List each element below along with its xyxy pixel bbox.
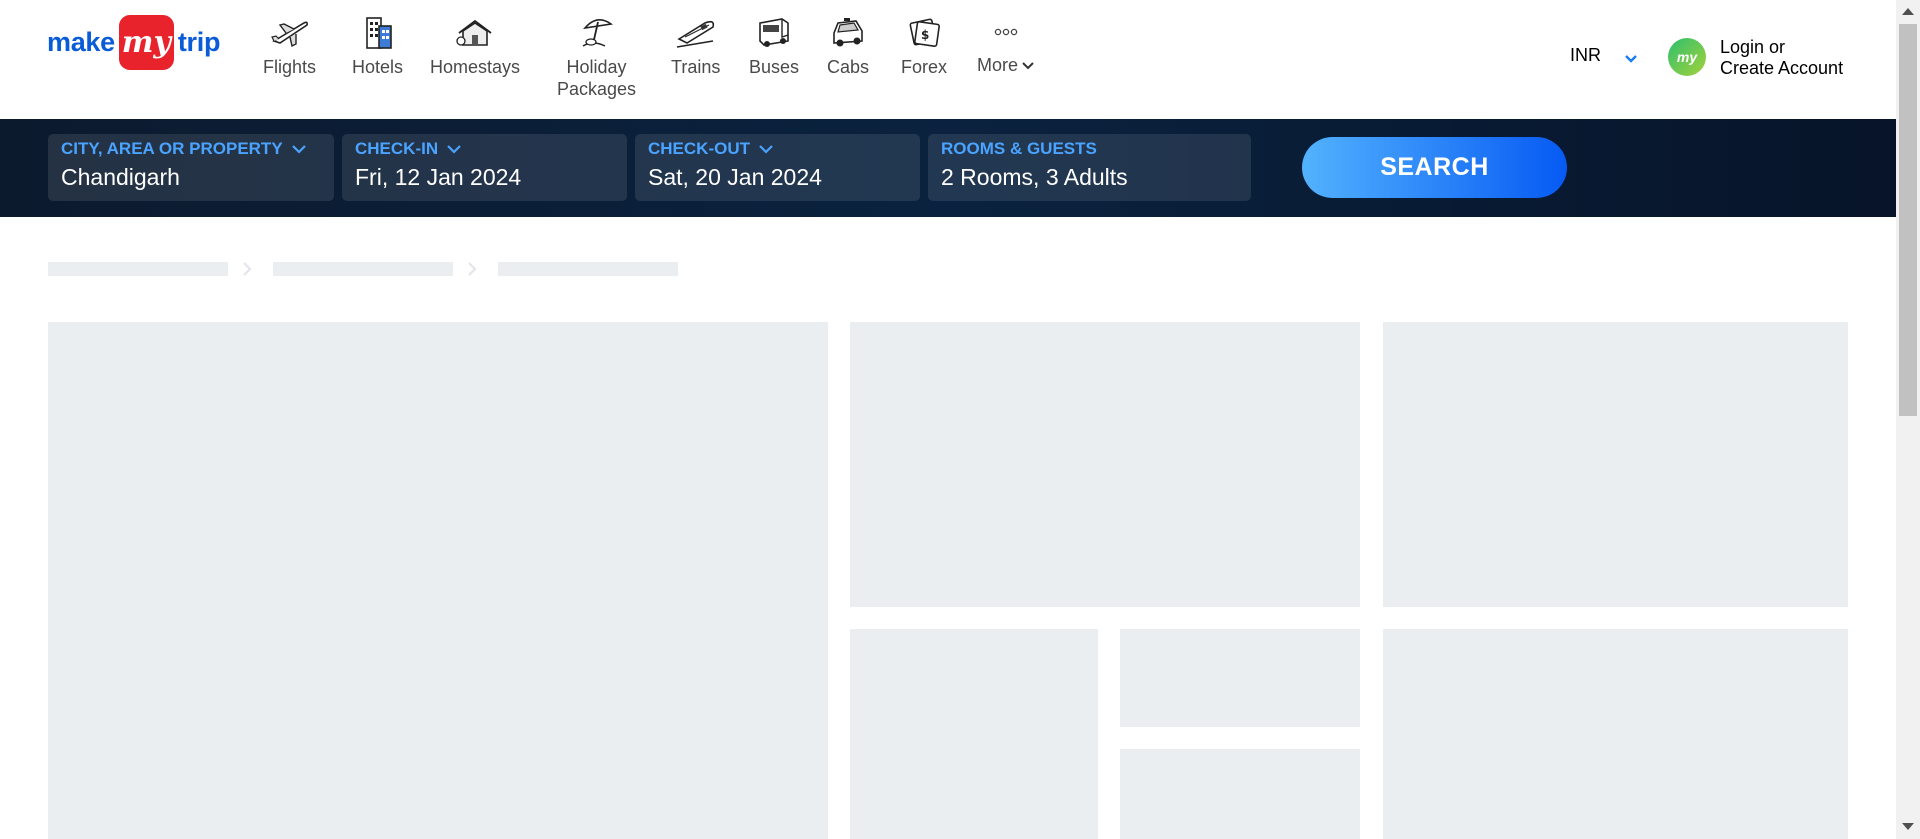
nav-holiday-packages[interactable]: Holiday Packages (557, 12, 636, 100)
checkin-field[interactable]: CHECK-IN Fri, 12 Jan 2024 (342, 134, 627, 201)
nav-hotels-label: Hotels (352, 57, 404, 77)
nav-trains[interactable]: Trains (671, 12, 720, 78)
nav-forex[interactable]: $ Forex (901, 12, 947, 78)
rooms-guests-field[interactable]: ROOMS & GUESTS 2 Rooms, 3 Adults (928, 134, 1251, 201)
login-line2: Create Account (1720, 58, 1844, 78)
chevron-down-icon (291, 139, 306, 159)
currency-selector[interactable]: INR (1570, 45, 1601, 66)
hotel-building-icon (356, 12, 400, 52)
image-placeholder-4 (850, 629, 1098, 839)
checkout-value: Sat, 20 Jan 2024 (648, 164, 822, 190)
more-dots-icon (984, 12, 1028, 52)
rooms-value: 2 Rooms, 3 Adults (941, 164, 1128, 190)
nav-homestays-label: Homestays (430, 57, 521, 77)
checkout-field[interactable]: CHECK-OUT Sat, 20 Jan 2024 (635, 134, 920, 201)
nav-buses-label: Buses (749, 57, 800, 77)
page: make my trip Flights Hotels Homestays Ho… (0, 0, 1920, 839)
nav-cabs-label: Cabs (826, 57, 870, 77)
nav-more[interactable]: More (977, 12, 1034, 76)
breadcrumb-placeholder-2 (273, 262, 453, 276)
city-label-row: CITY, AREA OR PROPERTY (61, 139, 321, 159)
image-placeholder-6 (1120, 749, 1360, 839)
city-value: Chandigarh (61, 164, 180, 190)
svg-text:$: $ (921, 28, 929, 42)
homestay-house-icon (453, 12, 497, 52)
nav-more-label: More (977, 55, 1019, 75)
search-button[interactable]: SEARCH (1302, 137, 1567, 198)
checkout-label-row: CHECK-OUT (648, 139, 907, 159)
checkin-label: CHECK-IN (355, 139, 439, 158)
checkin-value: Fri, 12 Jan 2024 (355, 164, 522, 190)
checkin-label-row: CHECK-IN (355, 139, 614, 159)
rooms-label: ROOMS & GUESTS (941, 139, 1097, 158)
logo-my-badge: my (118, 14, 174, 70)
nav-buses[interactable]: Buses (749, 12, 799, 78)
train-icon (674, 12, 718, 52)
image-placeholder-2 (850, 322, 1360, 607)
chevron-down-icon (759, 139, 773, 159)
nav-cabs[interactable]: Cabs (826, 12, 870, 78)
airplane-icon (268, 12, 312, 52)
beach-umbrella-icon (575, 12, 619, 52)
nav-flights-label: Flights (263, 57, 317, 77)
breadcrumb-placeholder-3 (498, 262, 678, 276)
main-image-placeholder (48, 322, 828, 839)
forex-currency-icon: $ (902, 12, 946, 52)
currency-chevron-down-icon[interactable] (1624, 50, 1638, 68)
scroll-up-arrow-icon[interactable] (1902, 8, 1914, 15)
login-create-account-link[interactable]: Login or Create Account (1720, 37, 1843, 79)
image-placeholder-7 (1383, 629, 1848, 839)
chevron-right-icon (467, 262, 477, 281)
nav-holiday-label-line2: Packages (557, 79, 637, 99)
nav-forex-label: Forex (901, 57, 948, 77)
nav-trains-label: Trains (671, 57, 721, 77)
bus-icon (752, 12, 796, 52)
nav-hotels[interactable]: Hotels (352, 12, 403, 78)
image-placeholder-3 (1383, 322, 1848, 607)
top-header: make my trip Flights Hotels Homestays Ho… (0, 0, 1896, 119)
chevron-down-icon (1022, 57, 1034, 75)
logo-make-text: make (47, 26, 115, 57)
nav-holiday-label-line1: Holiday (566, 57, 627, 77)
scrollbar-thumb[interactable] (1899, 24, 1917, 416)
city-label: CITY, AREA OR PROPERTY (61, 139, 283, 158)
city-field[interactable]: CITY, AREA OR PROPERTY Chandigarh (48, 134, 334, 201)
cab-car-icon (826, 12, 870, 52)
breadcrumb-placeholder-1 (48, 262, 228, 276)
nav-flights[interactable]: Flights (263, 12, 316, 78)
rooms-label-row: ROOMS & GUESTS (941, 139, 1238, 159)
user-avatar[interactable]: my (1668, 38, 1706, 76)
scroll-down-arrow-icon[interactable] (1902, 823, 1914, 830)
nav-homestays[interactable]: Homestays (430, 12, 520, 78)
nav-more-wrap: More (977, 52, 1034, 76)
checkout-label: CHECK-OUT (648, 139, 750, 158)
login-line1: Login or (1720, 37, 1786, 57)
image-placeholder-5 (1120, 629, 1360, 727)
chevron-down-icon (447, 139, 461, 159)
logo-trip-text: trip (177, 26, 221, 57)
chevron-right-icon (242, 262, 252, 281)
makemytrip-logo[interactable]: make my trip (47, 14, 220, 70)
